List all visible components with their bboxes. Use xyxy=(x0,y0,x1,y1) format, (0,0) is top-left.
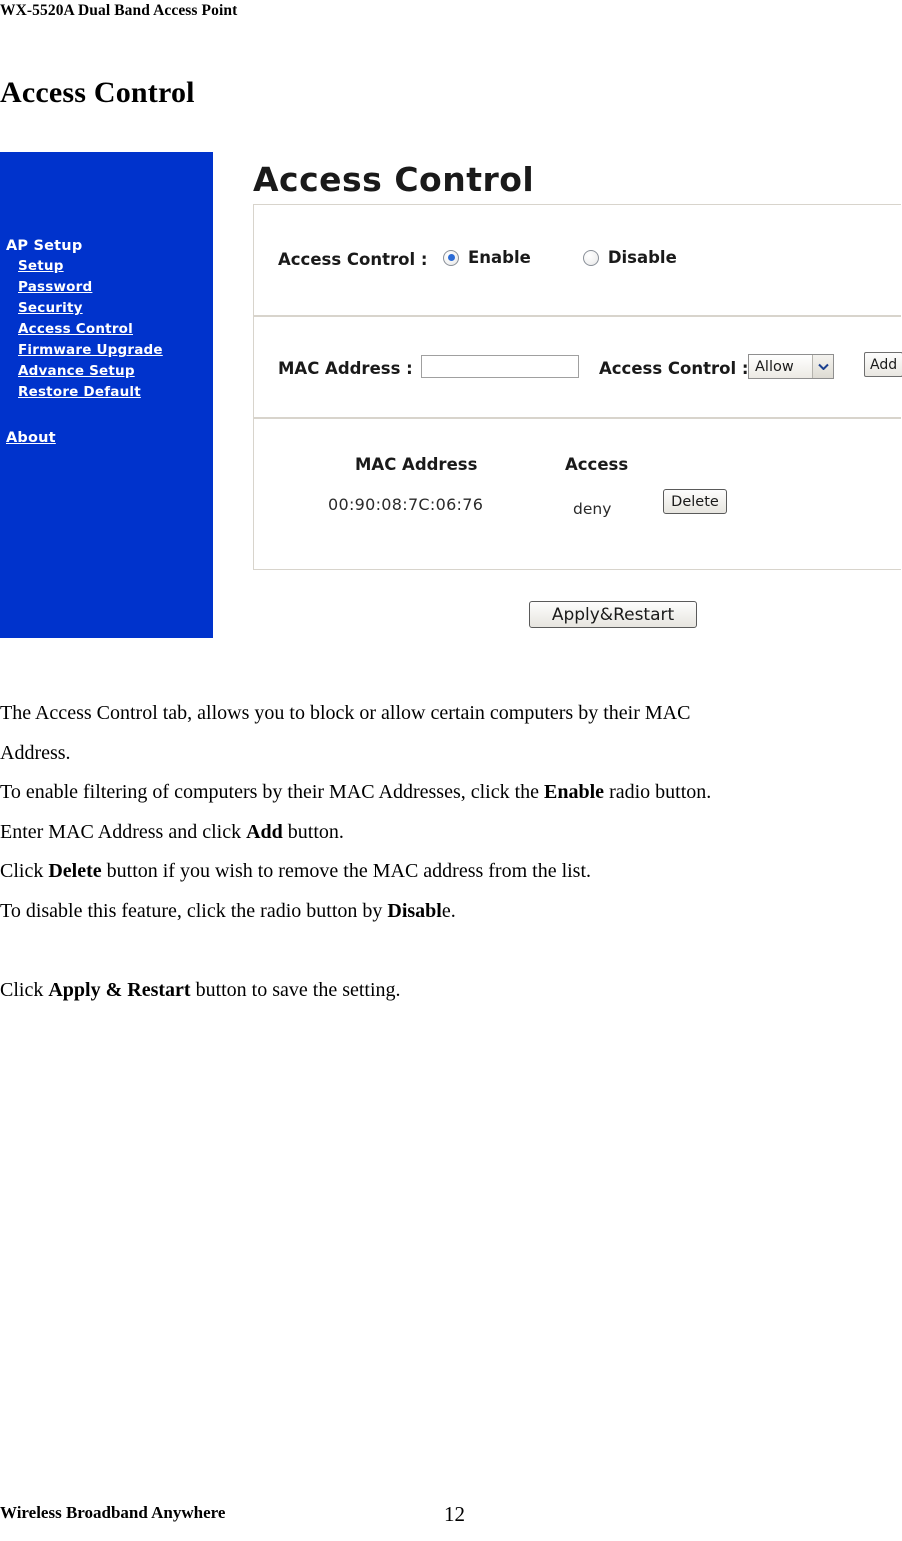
sidebar-item-about[interactable]: About xyxy=(6,430,206,446)
sidebar-item-access-control[interactable]: Access Control xyxy=(18,321,206,338)
body-line-4: Enter MAC Address and click Add button. xyxy=(0,813,900,853)
radio-disable[interactable] xyxy=(582,249,599,266)
body-line-6: To disable this feature, click the radio… xyxy=(0,892,900,932)
table-row-mac-value: 00:90:08:7C:06:76 xyxy=(328,495,484,514)
body-line-5: Click Delete button if you wish to remov… xyxy=(0,852,900,892)
apply-restart-button[interactable]: Apply&Restart xyxy=(529,601,697,628)
sidebar-item-firmware-upgrade[interactable]: Firmware Upgrade xyxy=(18,342,206,359)
add-button[interactable]: Add xyxy=(864,352,902,377)
document-page: WX-5520A Dual Band Access Point Access C… xyxy=(0,0,902,1541)
sidebar: AP Setup Setup Password Security Access … xyxy=(0,152,213,638)
body-line-2: Address. xyxy=(0,741,71,764)
table-column-access: Access xyxy=(565,455,629,474)
document-header: WX-5520A Dual Band Access Point xyxy=(0,2,238,19)
body-line-6c: e. xyxy=(441,899,456,922)
body-line-7a: Click xyxy=(0,978,49,1001)
sidebar-item-setup[interactable]: Setup xyxy=(18,258,206,275)
radio-enable[interactable] xyxy=(443,249,459,266)
body-line-3c: radio button. xyxy=(604,781,712,803)
sidebar-item-restore-default[interactable]: Restore Default xyxy=(18,384,206,401)
body-line-1b: tab, allows you to block or allow certai… xyxy=(162,702,691,724)
footer-left-text: Wireless Broadband Anywhere xyxy=(0,1503,226,1522)
chevron-down-icon xyxy=(812,355,833,378)
access-control-select-label: Access Control : xyxy=(599,359,749,378)
radio-disable-label: Disable xyxy=(607,248,677,267)
body-line-5b: Delete xyxy=(48,860,102,882)
access-control-screenshot: AP Setup Setup Password Security Access … xyxy=(0,152,902,638)
radio-enable-label: Enable xyxy=(468,248,531,267)
body-line-1a: The Access Control xyxy=(0,702,158,724)
body-line-4b: Add xyxy=(246,820,283,843)
body-line-7c: button to save the setting. xyxy=(190,978,401,1001)
access-control-select[interactable]: Allow xyxy=(748,354,834,379)
page-title: Access Control xyxy=(0,76,195,109)
table-column-mac-address: MAC Address xyxy=(355,455,478,474)
sidebar-group-title: AP Setup xyxy=(6,238,83,254)
body-line-6b: Disabl xyxy=(387,899,442,922)
body-line-5a: Click xyxy=(0,860,49,882)
panel-content: Access Control Access Control : Enable D… xyxy=(213,152,902,638)
body-line-5c: button if you wish to remove the MAC add… xyxy=(101,860,592,882)
body-line-6a: To disable this feature, click the radio… xyxy=(0,899,388,922)
sidebar-item-password[interactable]: Password xyxy=(18,279,206,296)
sidebar-item-advance-setup[interactable]: Advance Setup xyxy=(18,363,206,380)
body-line-7b: Apply & Restart xyxy=(48,978,191,1001)
footer-page-number: 12 xyxy=(444,1502,465,1526)
table-row-access-value: deny xyxy=(573,500,612,518)
access-control-radio-group: Enable Disable xyxy=(443,248,677,267)
body-line-7: Click Apply & Restart button to save the… xyxy=(0,971,900,1011)
sidebar-item-security[interactable]: Security xyxy=(18,300,206,317)
body-line-4c: button. xyxy=(282,820,344,843)
delete-button[interactable]: Delete xyxy=(663,489,727,514)
entries-table-box xyxy=(253,418,901,570)
mac-address-input[interactable] xyxy=(421,355,579,378)
access-control-select-value: Allow xyxy=(755,358,794,375)
body-line-blank xyxy=(0,931,900,971)
body-line-3b: Enable xyxy=(544,781,605,803)
panel-title: Access Control xyxy=(253,160,535,199)
access-control-toggle-label: Access Control : xyxy=(278,250,428,269)
body-line-3: To enable filtering of computers by thei… xyxy=(0,773,900,813)
body-line-3a: To enable filtering of computers by thei… xyxy=(0,781,545,803)
body-line-4a: Enter MAC Address and click xyxy=(0,820,247,843)
mac-address-label: MAC Address : xyxy=(278,359,413,378)
body-copy: The Access Control tab, allows you to bl… xyxy=(0,694,900,1010)
body-line-1: The Access Control tab, allows you to bl… xyxy=(0,694,900,734)
